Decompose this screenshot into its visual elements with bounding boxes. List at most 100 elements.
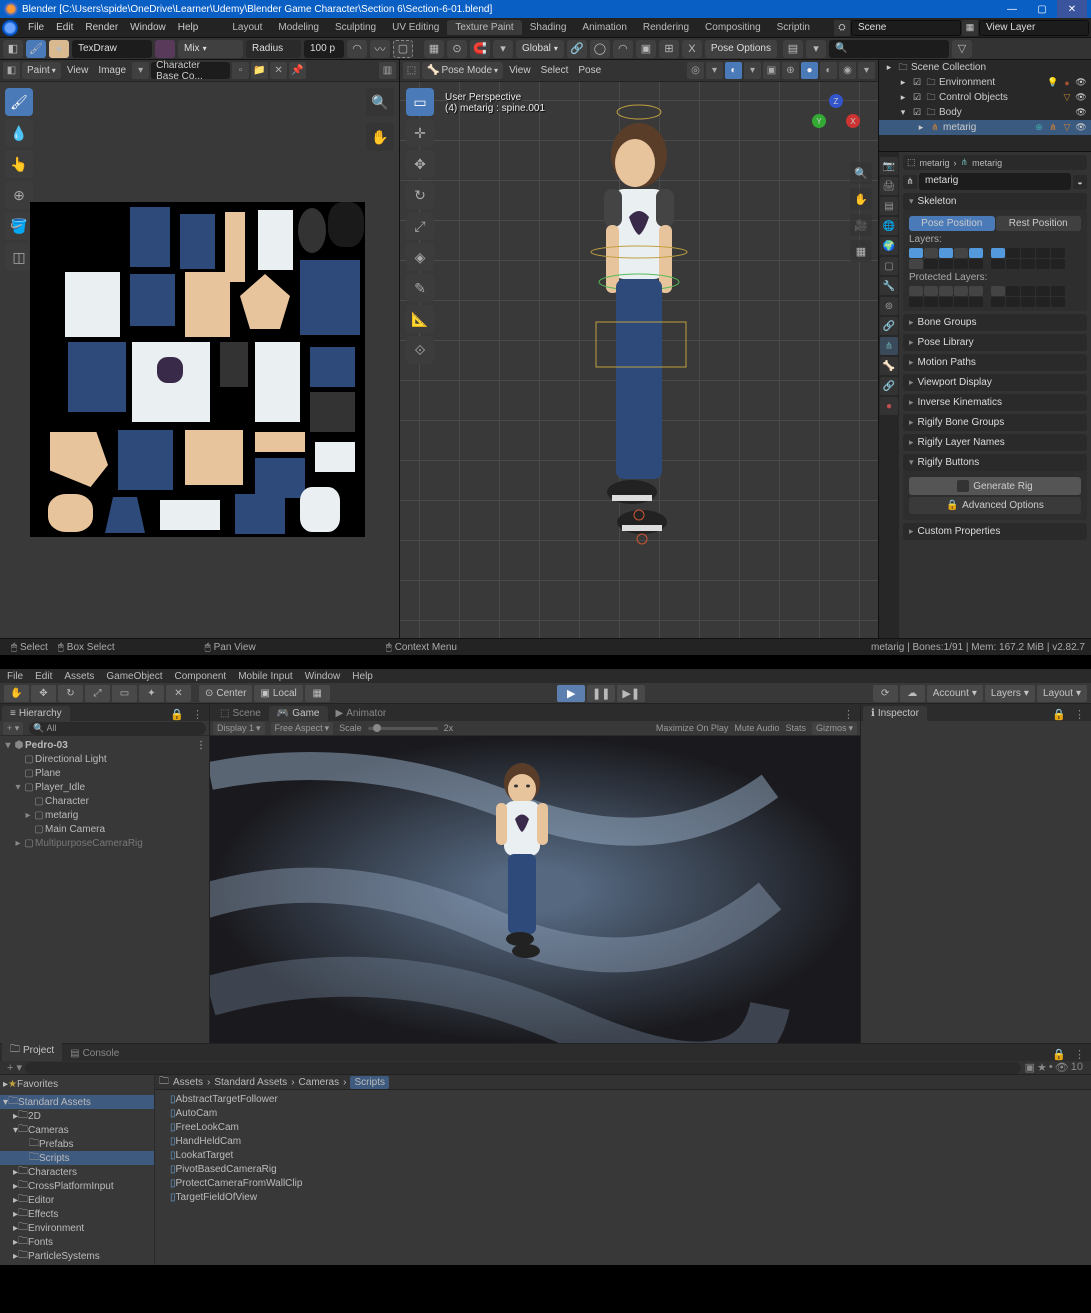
mask-icon[interactable]: ▣ (636, 40, 656, 58)
collab-icon[interactable]: ⟳ (873, 685, 898, 702)
tab-menu-icon[interactable]: ⋮ (839, 708, 858, 721)
panel-skeleton[interactable]: Skeleton (903, 193, 1087, 210)
close-button[interactable]: ✕ (1057, 0, 1087, 18)
generate-rig-button[interactable]: Generate Rig (909, 477, 1081, 495)
account-dropdown[interactable]: Account ▾ (927, 685, 983, 702)
project-search-input[interactable] (25, 1062, 1021, 1074)
display-dropdown[interactable]: Display 1 ▾ (213, 722, 265, 735)
image-editor-icon[interactable]: ◧ (3, 40, 23, 58)
brush-name-field[interactable]: TexDraw (72, 40, 152, 58)
scene-browse-icon[interactable]: ⛭ (834, 20, 850, 36)
annotate-tool-icon[interactable]: ✎ (406, 274, 434, 302)
camera-view-icon[interactable]: 🎥 (850, 214, 872, 236)
panel-rigify-buttons[interactable]: Rigify Buttons (903, 454, 1087, 471)
vp-menu-view[interactable]: View (505, 65, 535, 76)
open-image-icon[interactable]: 📁 (251, 62, 268, 79)
texture-slot-icon[interactable] (155, 40, 175, 58)
gizmo-icon[interactable]: ◐ (725, 62, 742, 79)
tab-armature-icon[interactable]: ⋔ (880, 337, 898, 355)
panel-bone-groups[interactable]: Bone Groups (903, 314, 1087, 331)
outliner-item-selected[interactable]: ▸⋔ metarig ⊕⋔▽👁 (879, 120, 1091, 135)
tab-inspector[interactable]: ℹ Inspector (863, 706, 927, 721)
new-collection-icon[interactable]: ▾ (806, 40, 826, 58)
hierarchy-item[interactable]: ▢Directional Light (0, 752, 209, 766)
outliner-search-icon[interactable]: 🔍 (829, 40, 949, 58)
play-button[interactable]: ▶ (557, 685, 585, 702)
hierarchy-item[interactable]: ▢Main Camera (0, 822, 209, 836)
menu-file[interactable]: File (22, 22, 50, 33)
brush-icon[interactable]: 🖌 (26, 40, 46, 58)
hierarchy-item[interactable]: ▸▢metarig (0, 808, 209, 822)
step-button[interactable]: ▶❚ (617, 685, 645, 702)
filter-dropdown-icon[interactable]: ▽ (952, 40, 972, 58)
tab-menu-icon[interactable]: ⋮ (1070, 1048, 1089, 1061)
shade-wire-icon[interactable]: ⊕ (782, 62, 799, 79)
draw-tool-icon[interactable]: 🖌 (5, 88, 33, 116)
workspace-scripting[interactable]: Scriptin (769, 20, 818, 35)
layers-dropdown[interactable]: Layers ▾ (985, 685, 1035, 702)
measure-tool-icon[interactable]: 📐 (406, 305, 434, 333)
stats-toggle[interactable]: Stats (785, 723, 806, 733)
tab-menu-icon[interactable]: ⋮ (188, 708, 207, 721)
armature-data-icon[interactable]: ⋔ (1047, 122, 1059, 134)
move-tool-icon[interactable]: ✥ (31, 685, 56, 702)
new-image-icon[interactable]: ▫ (232, 62, 249, 79)
zoom-view-icon[interactable]: 🔍 (850, 162, 872, 184)
cursor-tool-icon[interactable]: ✛ (406, 119, 434, 147)
file-row[interactable]: ▯ AutoCam (155, 1106, 1091, 1120)
outliner-scene-collection[interactable]: ▸ 🗀 Scene Collection (879, 60, 1091, 75)
blend-mode-dropdown[interactable]: Mix▾ (178, 40, 243, 58)
pan-view-icon[interactable]: ✋ (850, 188, 872, 210)
paint-mode-dropdown[interactable]: Paint ▾ (22, 62, 61, 79)
eye-icon[interactable]: 👁 (1075, 107, 1087, 119)
outliner-item[interactable]: ▸☑🗀 Environment 💡●👁 (879, 75, 1091, 90)
tab-material-icon[interactable]: ● (880, 397, 898, 415)
panel-motion-paths[interactable]: Motion Paths (903, 354, 1087, 371)
lock-icon[interactable]: 🔒 (1048, 1048, 1070, 1061)
panel-custom-properties[interactable]: Custom Properties (903, 523, 1087, 540)
viewlayer-browse-icon[interactable]: ▦ (962, 20, 978, 36)
tab-physics-icon[interactable]: ⊚ (880, 297, 898, 315)
u-menu-file[interactable]: File (4, 671, 26, 682)
create-dropdown[interactable]: + ▾ (3, 722, 23, 735)
scale-tool-icon[interactable]: ⤢ (85, 685, 110, 702)
filter-icon[interactable]: ▤ (783, 40, 803, 58)
file-row[interactable]: ▯ FreeLookCam (155, 1120, 1091, 1134)
tab-menu-icon[interactable]: ⋮ (1070, 708, 1089, 721)
tab-world-icon[interactable]: 🌍 (880, 237, 898, 255)
rest-position-button[interactable]: Rest Position (996, 216, 1082, 231)
search-filter-icon[interactable]: ▣ (1025, 1061, 1035, 1074)
link-icon[interactable]: 🔗 (567, 40, 587, 58)
u-menu-edit[interactable]: Edit (32, 671, 55, 682)
smear-tool-icon[interactable]: 👆 (5, 150, 33, 178)
panel-pose-library[interactable]: Pose Library (903, 334, 1087, 351)
menu-image[interactable]: Image (94, 65, 130, 76)
file-row[interactable]: ▯ PivotBasedCameraRig (155, 1162, 1091, 1176)
snap-type-icon[interactable]: ▾ (493, 40, 513, 58)
pan-icon[interactable]: ✋ (366, 123, 394, 151)
lock-icon[interactable]: 🔒 (166, 708, 188, 721)
tab-output-icon[interactable]: 🖨 (880, 177, 898, 195)
workspace-layout[interactable]: Layout (224, 20, 270, 35)
pivot-icon[interactable]: ⊙ (447, 40, 467, 58)
transform-tool-icon[interactable]: ◈ (406, 243, 434, 271)
zoom-icon[interactable]: 🔍 (366, 88, 394, 116)
workspace-uv[interactable]: UV Editing (384, 20, 447, 35)
soften-tool-icon[interactable]: 💧 (5, 119, 33, 147)
stroke-icon[interactable]: 〰 (370, 40, 390, 58)
u-menu-mobileinput[interactable]: Mobile Input (235, 671, 295, 682)
tab-object-icon[interactable]: ▢ (880, 257, 898, 275)
xray-icon[interactable]: ▣ (763, 62, 780, 79)
axis-gizmo[interactable]: Z Y X (812, 94, 860, 142)
viewlayer-field[interactable]: View Layer (979, 20, 1089, 36)
pivot-local-toggle[interactable]: ▣Local (254, 685, 302, 702)
hierarchy-item[interactable]: ▢Plane (0, 766, 209, 780)
workspace-sculpting[interactable]: Sculpting (327, 20, 384, 35)
overlay-dd-icon[interactable]: ▾ (706, 62, 723, 79)
hidden-icon-1[interactable]: • (1049, 1061, 1053, 1074)
u-menu-help[interactable]: Help (349, 671, 376, 682)
menu-render[interactable]: Render (79, 22, 124, 33)
hand-tool-icon[interactable]: ✋ (4, 685, 29, 702)
tab-project[interactable]: 🗀 Project (2, 1040, 62, 1061)
armature-data-field[interactable]: metarig (919, 173, 1071, 190)
